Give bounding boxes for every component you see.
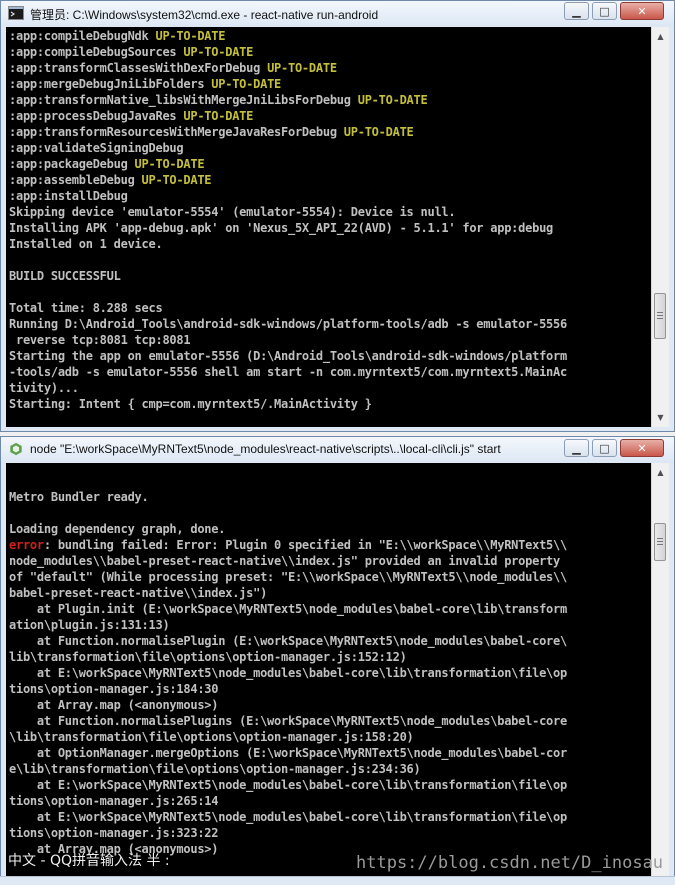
console-line: :app:installDebug: [9, 189, 128, 203]
cmd-window: 管理员: C:\Windows\system32\cmd.exe - react…: [0, 0, 675, 432]
console-line: BUILD SUCCESSFUL: [9, 269, 121, 283]
close-button[interactable]: ✕: [620, 2, 664, 20]
console-line: :app:validateSigningDebug: [9, 141, 184, 155]
maximize-button[interactable]: □: [592, 439, 617, 457]
status-up-to-date: UP-TO-DATE: [183, 45, 254, 59]
status-up-to-date: UP-TO-DATE: [343, 125, 414, 139]
cmd-console-output[interactable]: :app:compileDebugNdk UP-TO-DATE :app:comp…: [6, 27, 651, 427]
console-line: at E:\workSpace\MyRNText5\node_modules\b…: [9, 810, 567, 824]
scroll-up-arrow-icon[interactable]: ▲: [652, 464, 669, 481]
scroll-up-arrow-icon[interactable]: ▲: [652, 28, 669, 45]
console-line: :app:transformResourcesWithMergeJavaResF…: [9, 125, 414, 139]
node-window-title: node "E:\workSpace\MyRNText5\node_module…: [30, 442, 501, 456]
console-line: :app:transformNative_libsWithMergeJniLib…: [9, 93, 428, 107]
node-app-icon: [10, 442, 22, 456]
console-line: at Function.normalisePlugins (E:\workSpa…: [9, 714, 567, 728]
console-line: at E:\workSpace\MyRNText5\node_modules\b…: [9, 666, 567, 680]
status-up-to-date: UP-TO-DATE: [155, 29, 226, 43]
cmd-app-icon: [8, 6, 24, 20]
cmd-title-bar[interactable]: 管理员: C:\Windows\system32\cmd.exe - react…: [1, 1, 674, 27]
console-line: of "default" (While processing preset: "…: [9, 570, 567, 584]
console-line: Installing APK 'app-debug.apk' on 'Nexus…: [9, 221, 554, 235]
watermark-url: https://blog.csdn.net/D_inosau: [356, 853, 664, 873]
console-line: node_modules\\babel-preset-react-native\…: [9, 554, 560, 568]
console-line: at Plugin.init (E:\workSpace\MyRNText5\n…: [9, 602, 567, 616]
console-line: at E:\workSpace\MyRNText5\node_modules\b…: [9, 778, 567, 792]
console-line: tions\option-manager.js:323:22: [9, 826, 219, 840]
status-up-to-date: UP-TO-DATE: [267, 61, 337, 75]
maximize-button[interactable]: □: [592, 2, 617, 20]
status-up-to-date: UP-TO-DATE: [183, 109, 254, 123]
close-button[interactable]: ✕: [620, 439, 664, 457]
console-line: tions\option-manager.js:265:14: [9, 794, 219, 808]
console-line: lib\transformation\file\options\option-m…: [9, 650, 407, 664]
console-line: :app:transformClassesWithDexForDebug UP-…: [9, 61, 337, 75]
console-line: babel-preset-react-native\\index.js"): [9, 586, 268, 600]
console-line: at Array.map (<anonymous>): [9, 698, 219, 712]
scroll-down-arrow-icon[interactable]: ▼: [652, 409, 669, 426]
console-line: tivity)...: [9, 381, 79, 395]
console-line: :app:compileDebugNdk UP-TO-DATE: [9, 29, 226, 43]
console-line: Starting the app on emulator-5556 (D:\An…: [9, 349, 567, 363]
console-line: e\lib\transformation\file\options\option…: [9, 762, 421, 776]
status-up-to-date: UP-TO-DATE: [357, 93, 428, 107]
console-line: at Function.normalisePlugin (E:\workSpac…: [9, 634, 567, 648]
node-window: node "E:\workSpace\MyRNText5\node_module…: [0, 436, 675, 884]
node-console-output[interactable]: Metro Bundler ready. Loading dependency g…: [6, 463, 651, 879]
node-vertical-scrollbar[interactable]: ▲: [651, 463, 669, 879]
scrollbar-thumb[interactable]: [654, 523, 666, 561]
ime-status-bar[interactable]: 中文 - QQ拼音输入法 半 :: [8, 850, 170, 870]
console-line: error: bundling failed: Error: Plugin 0 …: [9, 538, 567, 552]
console-line: Running D:\Android_Tools\android-sdk-win…: [9, 317, 567, 331]
scrollbar-thumb[interactable]: [654, 293, 666, 339]
console-line: Starting: Intent { cmp=com.myrntext5/.Ma…: [9, 397, 372, 411]
console-line: :app:assembleDebug UP-TO-DATE: [9, 173, 212, 187]
console-line: -tools/adb -s emulator-5556 shell am sta…: [9, 365, 567, 379]
node-title-bar[interactable]: node "E:\workSpace\MyRNText5\node_module…: [1, 437, 674, 463]
console-line: Loading dependency graph, done.: [9, 522, 226, 536]
console-line: \lib\transformation\file\options\option-…: [9, 730, 414, 744]
console-line: Installed on 1 device.: [9, 237, 163, 251]
console-line: :app:mergeDebugJniLibFolders UP-TO-DATE: [9, 77, 282, 91]
console-line: Skipping device 'emulator-5554' (emulato…: [9, 205, 456, 219]
status-up-to-date: UP-TO-DATE: [211, 77, 282, 91]
console-line: Metro Bundler ready.: [9, 490, 149, 504]
console-line: :app:packageDebug UP-TO-DATE: [9, 157, 205, 171]
cmd-vertical-scrollbar[interactable]: ▲ ▼: [651, 27, 669, 427]
cmd-window-title: 管理员: C:\Windows\system32\cmd.exe - react…: [30, 8, 379, 22]
console-line: reverse tcp:8081 tcp:8081: [9, 333, 191, 347]
console-line: :app:compileDebugSources UP-TO-DATE: [9, 45, 254, 59]
console-line: Total time: 8.288 secs: [9, 301, 163, 315]
console-line: ation\plugin.js:131:13): [9, 618, 170, 632]
minimize-button[interactable]: ▁: [564, 439, 589, 457]
console-line: :app:processDebugJavaRes UP-TO-DATE: [9, 109, 254, 123]
minimize-button[interactable]: ▁: [564, 2, 589, 20]
status-up-to-date: UP-TO-DATE: [141, 173, 212, 187]
error-label: error: [9, 538, 44, 552]
status-up-to-date: UP-TO-DATE: [134, 157, 205, 171]
console-line: at OptionManager.mergeOptions (E:\workSp…: [9, 746, 567, 760]
console-line: tions\option-manager.js:184:30: [9, 682, 219, 696]
